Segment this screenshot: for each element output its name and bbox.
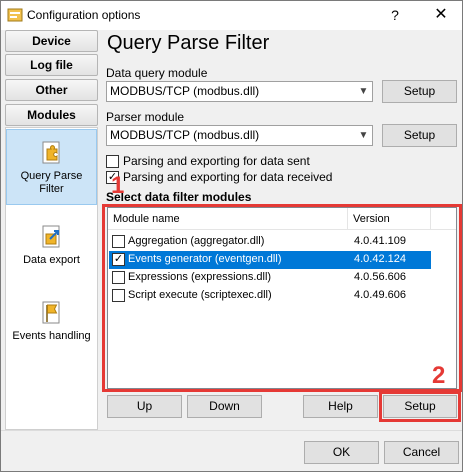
ok-button[interactable]: OK	[304, 441, 379, 464]
subnav-item-data-export[interactable]: Data export	[6, 224, 97, 284]
subnav-item-events-handling[interactable]: Events handling	[6, 300, 97, 368]
subnav-item-query-parse-filter[interactable]: Query Parse Filter	[6, 129, 97, 205]
data-query-label: Data query module	[106, 66, 208, 80]
title-bar: Configuration options ? ✕	[1, 1, 462, 30]
data-query-select[interactable]: MODBUS/TCP (modbus.dll) ▼	[106, 81, 373, 102]
help-icon[interactable]: ?	[381, 3, 409, 27]
puzzle-piece-icon	[42, 141, 59, 164]
dialog-footer: OK Cancel	[1, 431, 462, 471]
up-button[interactable]: Up	[107, 395, 182, 418]
data-query-setup-button[interactable]: Setup	[382, 80, 457, 103]
category-nav: Device Log file Other Modules Query Pars…	[1, 30, 101, 430]
parser-select[interactable]: MODBUS/TCP (modbus.dll) ▼	[106, 125, 373, 146]
app-icon	[7, 8, 23, 22]
data-query-value: MODBUS/TCP (modbus.dll)	[110, 84, 260, 98]
nav-button-other[interactable]: Other	[5, 79, 98, 101]
help-button[interactable]: Help	[303, 395, 378, 418]
modules-subnav: Query Parse Filter Data export Events ha…	[5, 127, 98, 430]
page-title: Query Parse Filter	[107, 32, 270, 54]
nav-button-modules[interactable]: Modules	[5, 104, 98, 126]
annotation-box-list	[102, 204, 462, 392]
parser-label: Parser module	[106, 110, 185, 124]
export-arrow-icon	[42, 225, 59, 248]
down-button[interactable]: Down	[187, 395, 262, 418]
option-data-sent-checkbox[interactable]	[106, 155, 119, 168]
cancel-button[interactable]: Cancel	[384, 441, 459, 464]
nav-button-log-file[interactable]: Log file	[5, 54, 98, 76]
parser-setup-button[interactable]: Setup	[382, 124, 457, 147]
subnav-label: Query Parse Filter	[20, 170, 83, 195]
flag-icon	[42, 301, 59, 324]
configuration-window: Configuration options ? ✕ Device Log fil…	[0, 0, 463, 472]
filter-section-label: Select data filter modules	[106, 190, 252, 204]
option-data-received-label: Parsing and exporting for data received	[123, 170, 333, 184]
subnav-label: Events handling	[12, 330, 91, 342]
window-title: Configuration options	[27, 8, 141, 22]
nav-button-device[interactable]: Device	[5, 30, 98, 52]
parser-value: MODBUS/TCP (modbus.dll)	[110, 128, 260, 142]
subnav-label: Data export	[23, 254, 80, 266]
annotation-marker-1: 1	[111, 172, 125, 199]
close-icon[interactable]: ✕	[426, 3, 456, 27]
chevron-down-icon: ▼	[358, 86, 369, 97]
annotation-marker-2: 2	[432, 362, 446, 389]
chevron-down-icon: ▼	[358, 130, 369, 141]
option-data-sent-label: Parsing and exporting for data sent	[123, 154, 310, 168]
annotation-box-setup	[379, 391, 461, 422]
